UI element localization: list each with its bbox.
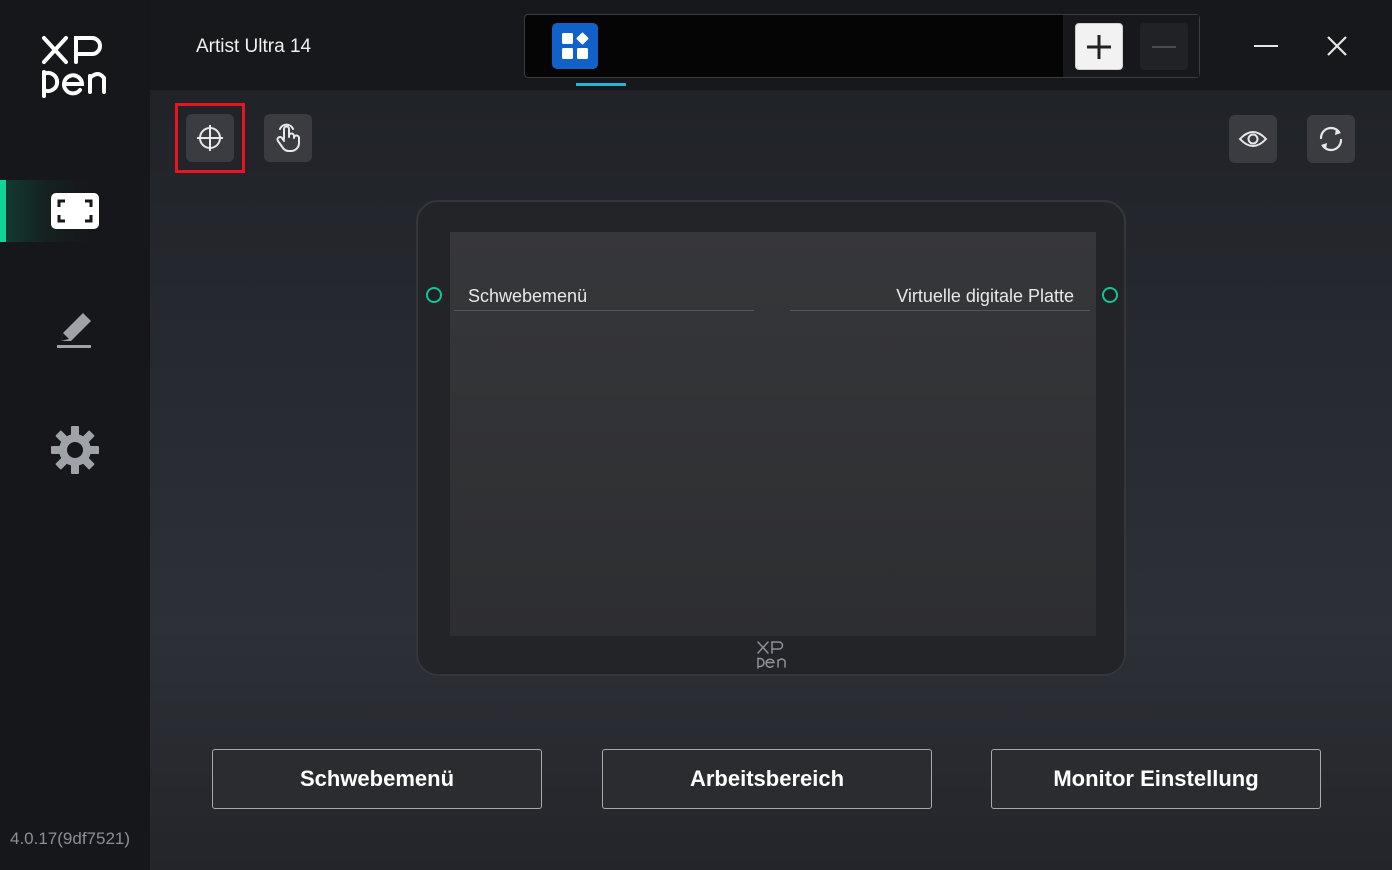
touch-hand-icon: [276, 123, 300, 152]
tablet-illustration: Schwebemenü Virtuelle digitale Platte: [416, 200, 1126, 676]
left-express-key[interactable]: [426, 287, 442, 303]
right-key-label: Virtuelle digitale Platte: [896, 286, 1074, 306]
eye-icon: [1238, 131, 1268, 147]
device-name: Artist Ultra 14: [196, 36, 312, 57]
close-icon: [1327, 36, 1347, 56]
version-label: 4.0.17(9df7521): [10, 829, 131, 848]
preview-button[interactable]: [1229, 115, 1277, 163]
sidebar-item-settings[interactable]: [0, 419, 150, 481]
remove-app-button[interactable]: [1140, 23, 1188, 70]
sidebar-item-pen[interactable]: [0, 298, 150, 360]
app-tab-bar: [524, 14, 1200, 86]
crosshair-button[interactable]: [186, 114, 234, 162]
tab-tools: [1063, 15, 1199, 77]
tab-global-app[interactable]: [551, 23, 626, 86]
refresh-button[interactable]: [1307, 115, 1355, 163]
crosshair-icon: [197, 125, 223, 151]
main-panel: Artist Ultra 14 Schwebemenü Virtuelle di…: [150, 0, 1392, 870]
sidebar: 4.0.17(9df7521): [0, 0, 150, 870]
close-button[interactable]: [1315, 24, 1359, 68]
minimize-icon: [1254, 45, 1278, 47]
minimize-button[interactable]: [1244, 24, 1288, 68]
plus-icon: [1087, 34, 1111, 59]
display-area-icon: [51, 193, 99, 229]
right-key-line: [790, 310, 1090, 311]
add-app-button[interactable]: [1075, 23, 1123, 70]
minus-icon: [1152, 45, 1176, 48]
left-key-label: Schwebemenü: [468, 286, 588, 306]
schwebemenu-button[interactable]: Schwebemenü: [212, 749, 542, 809]
left-key-line: [454, 310, 754, 311]
app-grid-icon: [552, 23, 598, 69]
sidebar-item-display[interactable]: [0, 180, 150, 242]
active-tab-indicator: [576, 83, 626, 86]
title-bar: Artist Ultra 14: [150, 0, 1392, 90]
touch-button[interactable]: [264, 114, 312, 162]
xp-pen-logo: [42, 36, 106, 98]
tablet-xp-pen-logo: [757, 641, 786, 669]
right-express-key[interactable]: [1102, 287, 1118, 303]
pen-icon: [57, 313, 91, 348]
refresh-icon: [1319, 126, 1343, 152]
arbeitsbereich-button[interactable]: Arbeitsbereich: [602, 749, 932, 809]
app-window: 4.0.17(9df7521) Artist Ultra 14 Schwebem…: [0, 0, 1392, 870]
monitor-settings-button[interactable]: Monitor Einstellung: [991, 749, 1321, 809]
gear-icon: [51, 426, 99, 474]
